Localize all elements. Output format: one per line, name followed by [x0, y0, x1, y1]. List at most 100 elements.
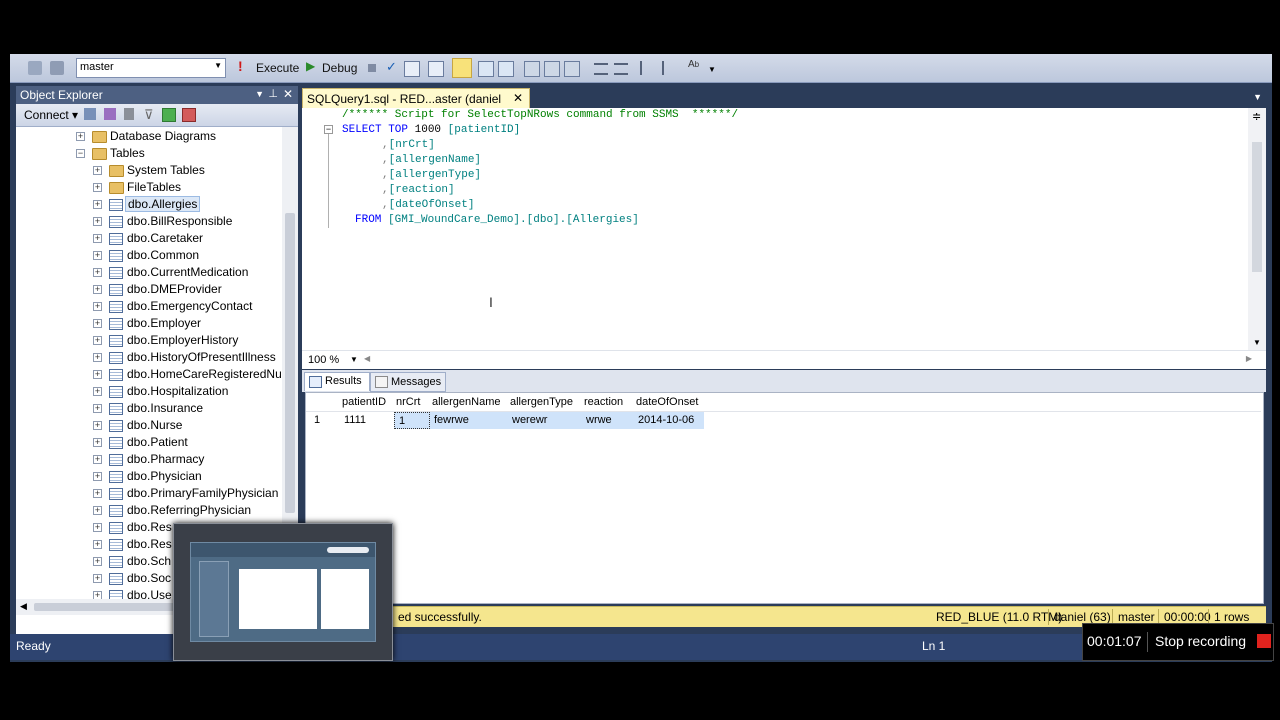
expand-icon[interactable]: +	[93, 234, 102, 243]
debug-button[interactable]: Debug	[322, 61, 357, 75]
expand-icon[interactable]: +	[93, 557, 102, 566]
tree-table-node[interactable]: + dbo.PrimaryFamilyPhysician	[16, 485, 282, 502]
grid-cell[interactable]: wrwe	[582, 412, 634, 429]
results-to-grid-icon[interactable]	[428, 61, 444, 77]
expand-icon[interactable]: +	[93, 387, 102, 396]
taskbar-preview-thumbnail[interactable]	[173, 523, 393, 661]
expand-icon[interactable]: +	[93, 370, 102, 379]
specify-values-icon[interactable]: Ab	[688, 59, 702, 73]
comment-icon[interactable]	[594, 63, 608, 75]
sqlcmd-icon[interactable]	[564, 61, 580, 77]
expand-icon[interactable]: +	[93, 455, 102, 464]
expand-icon[interactable]: +	[93, 302, 102, 311]
toolbar-overflow-icon[interactable]: ▼	[708, 65, 722, 79]
collapse-toggle-icon[interactable]: −	[324, 125, 333, 134]
expand-icon[interactable]: +	[93, 574, 102, 583]
column-header[interactable]: patientID	[342, 394, 387, 411]
expand-icon[interactable]: +	[93, 251, 102, 260]
expand-icon[interactable]: +	[93, 438, 102, 447]
expand-icon[interactable]: +	[93, 353, 102, 362]
tree-table-node[interactable]: + dbo.Common	[16, 247, 282, 264]
refresh-icon[interactable]	[162, 108, 176, 122]
client-stats-icon[interactable]	[544, 61, 560, 77]
tree-table-node[interactable]: + dbo.Caretaker	[16, 230, 282, 247]
editor-vertical-scrollbar[interactable]: ≑ ▼	[1248, 108, 1266, 354]
parse-check-icon[interactable]: ✓	[386, 59, 400, 74]
tree-table-node[interactable]: + dbo.EmergencyContact	[16, 298, 282, 315]
expand-icon[interactable]: +	[93, 217, 102, 226]
connect-engine-icon[interactable]	[84, 108, 96, 120]
tree-folder-node[interactable]: + Database Diagrams	[16, 128, 282, 145]
expand-icon[interactable]: +	[93, 421, 102, 430]
collapse-icon[interactable]: −	[76, 149, 85, 158]
query-editor[interactable]: − /****** Script for SelectTopNRows comm…	[302, 108, 1266, 354]
tree-table-node[interactable]: + dbo.Allergies	[16, 196, 282, 213]
tree-table-node[interactable]: + dbo.Patient	[16, 434, 282, 451]
query-options-icon[interactable]	[50, 61, 64, 75]
database-select[interactable]: master ▼	[76, 58, 226, 78]
tree-table-node[interactable]: + dbo.BillResponsible	[16, 213, 282, 230]
grid-cell[interactable]: 1111	[340, 412, 396, 429]
close-tab-icon[interactable]: ✕	[513, 91, 523, 105]
zoom-level[interactable]: 100 %	[308, 354, 339, 366]
expand-icon[interactable]: +	[76, 132, 85, 141]
tree-folder-node[interactable]: + System Tables	[16, 162, 282, 179]
decrease-indent-icon[interactable]	[640, 61, 656, 75]
grid-cell[interactable]: 2014-10-06	[634, 412, 704, 429]
row-number[interactable]: 1	[310, 412, 338, 429]
uncomment-icon[interactable]	[614, 63, 628, 75]
tree-folder-node[interactable]: − Tables	[16, 145, 282, 162]
column-header[interactable]: allergenName	[432, 394, 501, 411]
tree-table-node[interactable]: + dbo.ReferringPhysician	[16, 502, 282, 519]
scroll-right-icon[interactable]: ▶	[1246, 354, 1252, 363]
pin-icon[interactable]: ⊥	[268, 87, 278, 100]
results-to-text-icon[interactable]	[404, 61, 420, 77]
grid-cell[interactable]: werewr	[508, 412, 582, 429]
tree-table-node[interactable]: + dbo.Employer	[16, 315, 282, 332]
stop-recording-icon[interactable]	[1257, 634, 1271, 648]
column-header[interactable]: nrCrt	[396, 394, 421, 411]
expand-icon[interactable]: +	[93, 319, 102, 328]
expand-icon[interactable]: +	[93, 506, 102, 515]
column-header[interactable]: allergenType	[510, 394, 573, 411]
tab-messages[interactable]: Messages	[370, 372, 446, 392]
tree-table-node[interactable]: + dbo.Pharmacy	[16, 451, 282, 468]
tree-table-node[interactable]: + dbo.Nurse	[16, 417, 282, 434]
scroll-left-icon[interactable]: ◀	[364, 354, 370, 363]
disconnect-icon[interactable]	[104, 108, 116, 120]
stop-icon[interactable]	[124, 108, 134, 120]
expand-icon[interactable]: +	[93, 523, 102, 532]
grid-cell[interactable]: fewrwe	[430, 412, 508, 429]
tree-table-node[interactable]: + dbo.EmployerHistory	[16, 332, 282, 349]
scroll-down-icon[interactable]: ▼	[1253, 338, 1261, 347]
tree-table-node[interactable]: + dbo.CurrentMedication	[16, 264, 282, 281]
results-to-file-icon[interactable]	[452, 58, 472, 78]
expand-icon[interactable]: +	[93, 336, 102, 345]
split-icon[interactable]: ≑	[1252, 110, 1261, 123]
tree-table-node[interactable]: + dbo.HomeCareRegisteredNurs	[16, 366, 282, 383]
stop-recording-button[interactable]: Stop recording	[1155, 633, 1246, 649]
execute-button[interactable]: Execute	[256, 61, 299, 75]
tab-results[interactable]: Results	[304, 372, 370, 391]
increase-indent-icon[interactable]	[662, 61, 678, 75]
expand-icon[interactable]: +	[93, 404, 102, 413]
scroll-left-icon[interactable]: ◀	[20, 601, 27, 612]
tab-list-icon[interactable]: ▼	[1253, 92, 1262, 102]
expand-icon[interactable]: +	[93, 285, 102, 294]
zoom-dropdown-icon[interactable]: ▼	[350, 355, 358, 364]
column-header[interactable]: reaction	[584, 394, 624, 411]
dropdown-icon[interactable]: ▼	[255, 89, 264, 99]
tree-table-node[interactable]: + dbo.HistoryOfPresentIllness	[16, 349, 282, 366]
expand-icon[interactable]: +	[93, 591, 102, 599]
include-plan-icon[interactable]	[524, 61, 540, 77]
expand-icon[interactable]: +	[93, 166, 102, 175]
tree-folder-node[interactable]: + FileTables	[16, 179, 282, 196]
expand-icon[interactable]: +	[93, 200, 102, 209]
expand-icon[interactable]: +	[93, 472, 102, 481]
expand-icon[interactable]: +	[93, 268, 102, 277]
column-header[interactable]: dateOfOnset	[636, 394, 699, 411]
tree-table-node[interactable]: + dbo.Insurance	[16, 400, 282, 417]
tree-table-node[interactable]: + dbo.Physician	[16, 468, 282, 485]
estimated-plan-icon[interactable]	[478, 61, 494, 77]
tree-table-node[interactable]: + dbo.DMEProvider	[16, 281, 282, 298]
